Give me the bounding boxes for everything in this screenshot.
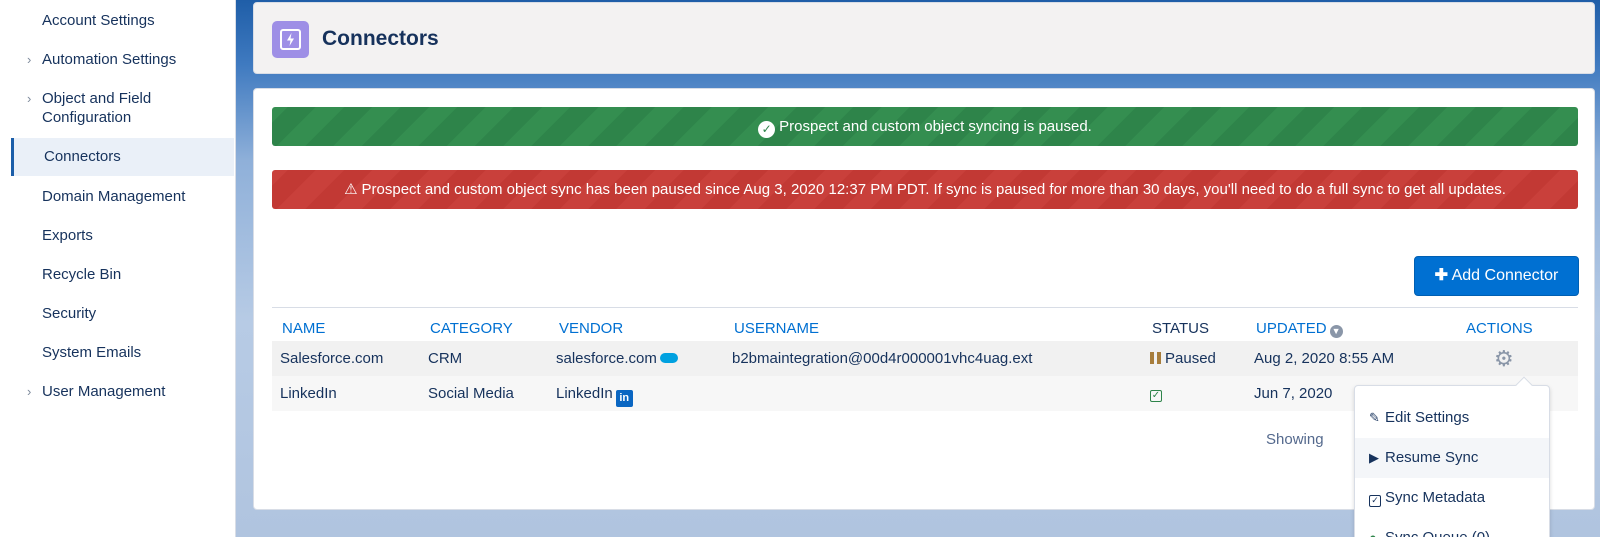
sidebar-item-recycle-bin[interactable]: Recycle Bin [12,265,235,285]
chevron-right-icon: › [27,91,32,106]
connector-category: Social Media [428,385,514,402]
sidebar-item-account-settings[interactable]: Account Settings [12,11,235,31]
sidebar-item-domain-management[interactable]: Domain Management [12,187,235,207]
sidebar-item-security[interactable]: Security [12,304,235,324]
sidebar-item-label: Connectors [44,148,121,165]
warning-banner-text: Prospect and custom object sync has been… [361,181,1506,198]
settings-sidebar: Account Settings › Automation Settings ›… [0,0,236,537]
column-header-vendor[interactable]: VENDOR [559,320,623,337]
column-header-updated-label: UPDATED [1256,320,1327,337]
gear-icon[interactable]: ⚙ [1494,346,1514,372]
connector-icon [272,21,309,58]
chevron-right-icon: › [27,52,32,67]
menu-item-label: Edit Settings [1385,409,1470,426]
sidebar-item-label: Exports [42,227,93,244]
page-title: Connectors [322,27,439,50]
connector-category: CRM [428,350,463,367]
add-connector-label: Add Connector [1451,267,1559,284]
page-header: Connectors [253,2,1595,74]
column-header-status: STATUS [1152,320,1209,337]
table-row: Salesforce.com CRM salesforce.com b2bmai… [272,341,1578,376]
warning-icon: ⚠ [344,181,358,198]
menu-item-edit-settings[interactable]: ✎ Edit Settings [1355,398,1549,438]
checkbox-checked-icon: ✓ [1150,390,1162,402]
menu-item-sync-metadata[interactable]: ✓ Sync Metadata [1355,478,1549,518]
sort-descending-icon: ▼ [1329,325,1343,338]
column-header-username[interactable]: USERNAME [734,320,819,337]
plus-icon: ✚ [1434,267,1449,284]
chevron-right-icon: › [27,384,32,399]
column-header-actions: ACTIONS [1466,320,1533,337]
connector-vendor: LinkedIn in [556,385,633,407]
edit-icon: ✎ [1369,410,1380,425]
sync-paused-success-banner: ✓ Prospect and custom object syncing is p… [272,107,1578,146]
sidebar-item-label: System Emails [42,344,142,361]
sidebar-item-label: Security [42,305,97,322]
sidebar-item-label: Recycle Bin [42,266,122,283]
connector-name: LinkedIn [280,385,337,402]
users-icon: ● [1369,518,1385,537]
sidebar-item-label: Account Settings [42,12,155,29]
sidebar-item-connectors[interactable]: Connectors [11,138,234,176]
sidebar-item-label: Automation Settings [42,51,177,68]
salesforce-cloud-icon [659,353,678,363]
add-connector-button[interactable]: ✚ Add Connector [1414,256,1579,296]
sidebar-item-object-field-configuration[interactable]: › Object and Field Configuration [12,89,235,129]
column-header-category[interactable]: CATEGORY [430,320,513,337]
sidebar-item-user-management[interactable]: › User Management [12,382,235,402]
success-banner-text: Prospect and custom object syncing is pa… [779,118,1092,135]
connector-updated: Aug 2, 2020 8:55 AM [1254,350,1395,367]
play-icon: ▶ [1369,450,1379,465]
vendor-label: LinkedIn [556,385,613,402]
table-divider [272,307,1578,308]
sidebar-item-label: Domain Management [42,188,186,205]
sidebar-item-automation-settings[interactable]: › Automation Settings [12,50,235,70]
sidebar-item-system-emails[interactable]: System Emails [12,343,235,363]
sync-paused-warning-banner: ⚠ Prospect and custom object sync has bee… [272,170,1578,209]
column-header-name[interactable]: NAME [282,320,325,337]
sidebar-item-label: Object and Field Configuration [42,90,152,126]
column-header-updated[interactable]: UPDATED ▼ [1256,320,1343,338]
linkedin-icon: in [615,390,633,407]
menu-item-label: Sync Queue (0) [1385,529,1490,537]
connector-status: ✓ [1150,385,1162,402]
connector-name: Salesforce.com [280,350,384,367]
vendor-label: salesforce.com [556,350,657,367]
menu-item-label: Sync Metadata [1385,489,1486,506]
menu-item-resume-sync[interactable]: ▶ Resume Sync [1355,438,1549,478]
connector-actions-menu: ✎ Edit Settings ▶ Resume Sync ✓ Sync Metada… [1354,376,1550,537]
connector-username: b2bmaintegration@00d4r000001vhc4uag.ext [732,350,1033,367]
menu-item-label: Resume Sync [1385,449,1479,466]
sidebar-item-exports[interactable]: Exports [12,226,235,246]
pagination-summary: Showing [1266,431,1324,448]
sidebar-item-label: User Management [42,383,166,400]
pause-icon [1150,352,1161,364]
check-circle-icon: ✓ [758,121,776,138]
connector-vendor: salesforce.com [556,350,678,367]
connector-updated: Jun 7, 2020 [1254,385,1333,402]
menu-item-sync-queue[interactable]: ●Sync Queue (0) [1355,518,1549,537]
connector-status: Paused [1150,350,1216,367]
checkbox-checked-icon: ✓ [1369,495,1381,507]
status-label: Paused [1165,350,1216,367]
